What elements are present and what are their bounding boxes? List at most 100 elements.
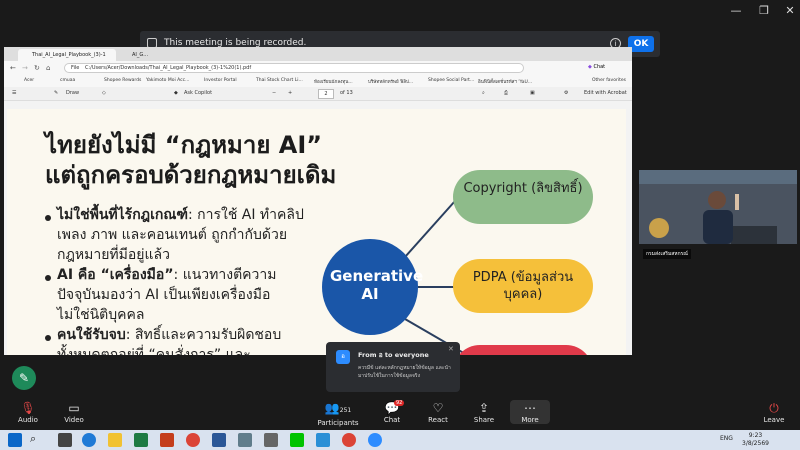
video-name-label: กรมส่งเสริมสหกรณ์ xyxy=(643,249,691,259)
video-button[interactable]: ▭ Video xyxy=(54,400,94,424)
close-icon[interactable]: ✕ xyxy=(782,3,798,19)
print-icon[interactable]: ⎙ xyxy=(504,90,508,96)
clock-date: 3/8/2569 xyxy=(742,440,769,447)
copilot-chat-button[interactable]: ◆ Chat xyxy=(588,64,605,70)
video-scene xyxy=(639,170,797,260)
audio-button[interactable]: 🎙 Audio xyxy=(8,400,48,424)
tab-pdf[interactable]: Thai_AI_Legal_Playbook_(3)-1 (1)... xyxy=(18,49,116,70)
leave-icon: ⏻ xyxy=(769,401,779,415)
menu-icon[interactable]: ☰ xyxy=(12,90,16,96)
clock-time: 9:23 xyxy=(748,432,763,439)
excel-icon[interactable] xyxy=(134,433,148,447)
app-icon[interactable] xyxy=(264,433,278,447)
participant-video[interactable]: กรมส่งเสริมสหกรณ์ xyxy=(639,170,797,260)
windows-taskbar: ⌕ ENG 9:23 3/8/2569 xyxy=(0,430,800,450)
windows-start-icon[interactable] xyxy=(8,433,22,447)
more-icon: ⋯ xyxy=(524,401,536,415)
bookmark-item[interactable]: Shopee Social Part... xyxy=(428,78,474,83)
home-icon[interactable]: ⌂ xyxy=(46,64,50,72)
app-icon[interactable] xyxy=(316,433,330,447)
more-label: More xyxy=(521,416,539,424)
settings-icon[interactable]: ⚙ xyxy=(564,90,568,96)
close-icon[interactable]: ✕ xyxy=(448,345,454,353)
computer-crime-label: Computer Crime Act xyxy=(453,345,593,355)
react-label: React xyxy=(428,416,448,424)
participants-button[interactable]: 👥251 Participants xyxy=(312,400,364,427)
chat-avatar: อ xyxy=(336,350,350,364)
camera-app-icon[interactable] xyxy=(238,433,252,447)
copyright-label: Copyright (ลิขสิทธิ์) xyxy=(463,181,583,196)
draw-icon[interactable]: ✎ xyxy=(54,90,58,96)
page-number-input[interactable]: 2 xyxy=(318,89,334,99)
bookmark-item[interactable]: บริษัทหลักทรัพย์ ฟิลิป... xyxy=(368,78,413,85)
refresh-icon[interactable]: ↻ xyxy=(34,64,40,72)
zoom-icon[interactable] xyxy=(368,433,382,447)
zoom-titlebar: — ❐ ✕ xyxy=(0,0,800,24)
tab-second[interactable]: AI_G... xyxy=(118,49,148,61)
chat-badge: 92 xyxy=(394,400,405,406)
chrome-icon[interactable] xyxy=(186,433,200,447)
search-icon[interactable]: ⌕ xyxy=(482,90,485,96)
generative-ai-node: Generative AI xyxy=(322,239,424,335)
pdf-slide: ไทยยังไม่มี “กฎหมาย AI” แต่ถูกครอบด้วยกฎ… xyxy=(7,109,626,355)
share-button[interactable]: ⇪ Share xyxy=(464,400,504,424)
back-icon[interactable]: ← xyxy=(10,64,16,72)
bookmark-item[interactable]: cmuaa xyxy=(60,78,75,83)
url-text: C:/Users/Acer/Downloads/Thai_AI_Legal_Pl… xyxy=(84,65,252,71)
language-indicator[interactable]: ENG xyxy=(720,435,733,442)
bookmark-item[interactable]: Investor Portal xyxy=(204,78,237,83)
task-view-icon[interactable] xyxy=(58,433,72,447)
chat-button[interactable]: 💬 Chat 92 xyxy=(372,400,412,424)
bookmark-item[interactable]: อินฟินิตี้สเตชั่นรหัสฯ 'YaU... xyxy=(478,78,532,85)
edge-icon[interactable] xyxy=(82,433,96,447)
search-icon[interactable]: ⌕ xyxy=(30,432,36,446)
zoom-out-icon[interactable]: − xyxy=(272,90,276,96)
pdf-toolbar: ☰ ✎ Draw ◇ ◆ Ask Copilot − + 2 of 13 ⌕ ⎙… xyxy=(4,87,632,101)
eraser-icon[interactable]: ◇ xyxy=(102,90,106,96)
chrome-icon[interactable] xyxy=(342,433,356,447)
save-icon[interactable]: ▣ xyxy=(530,90,535,96)
shared-screen-browser: Thai_AI_Legal_Playbook_(3)-1 (1)... AI_G… xyxy=(4,47,632,355)
share-label: Share xyxy=(473,416,495,424)
participants-label: Participants xyxy=(317,419,359,427)
video-label: Video xyxy=(64,416,84,424)
participants-icon: 👥251 xyxy=(324,401,352,415)
bookmarks-bar: Acer cmuaa Shopee Rewards Yakimoto Moi A… xyxy=(4,75,632,87)
copyright-node: Copyright (ลิขสิทธิ์) xyxy=(453,170,593,224)
generative-ai-label: Generative AI xyxy=(330,267,424,303)
zoom-in-icon[interactable]: + xyxy=(288,90,292,96)
address-bar: ← → ↻ ⌂ File C:/Users/Acer/Downloads/Tha… xyxy=(4,61,632,75)
ask-copilot-button[interactable]: Ask Copilot xyxy=(184,90,212,96)
draw-button[interactable]: Draw xyxy=(66,90,79,96)
participants-count: 251 xyxy=(339,407,352,414)
chat-header: From อ to everyone xyxy=(358,351,429,359)
more-button[interactable]: ⋯ More xyxy=(510,400,550,424)
bookmark-item[interactable]: ห้องเรียนนักลงทุน... xyxy=(314,78,353,85)
audio-label: Audio xyxy=(18,416,38,424)
mic-muted-icon: 🎙 xyxy=(20,401,36,415)
minimize-icon[interactable]: — xyxy=(728,3,744,19)
file-explorer-icon[interactable] xyxy=(108,433,122,447)
leave-label: Leave xyxy=(763,416,785,424)
url-field[interactable]: File C:/Users/Acer/Downloads/Thai_AI_Leg… xyxy=(64,63,524,73)
forward-icon: → xyxy=(22,64,28,72)
leave-button[interactable]: ⏻ Leave xyxy=(754,400,794,424)
bookmark-item[interactable]: Thai Stock Chart Li... xyxy=(256,78,303,83)
chat-label: Chat xyxy=(383,416,401,424)
powerpoint-icon[interactable] xyxy=(160,433,174,447)
word-icon[interactable] xyxy=(212,433,226,447)
clock[interactable]: 9:23 3/8/2569 xyxy=(742,432,769,448)
bookmark-item[interactable]: Shopee Rewards xyxy=(104,78,141,83)
line-icon[interactable] xyxy=(290,433,304,447)
maximize-icon[interactable]: ❐ xyxy=(756,3,772,19)
react-button[interactable]: ♡ React xyxy=(418,400,458,424)
chat-label: Chat xyxy=(593,64,606,70)
bookmark-item[interactable]: Other favorites xyxy=(592,78,626,83)
chat-message: ควรมีข้ แต่ละหลักกฎหมายให้ข้อมูล และนำมา… xyxy=(358,365,451,379)
bookmark-item[interactable]: Yakimoto Moi Acc... xyxy=(146,78,189,83)
edit-with-acrobat-button[interactable]: Edit with Acrobat xyxy=(584,90,627,96)
annotate-pen-icon[interactable]: ✎ xyxy=(12,366,36,390)
chat-notification[interactable]: อ From อ to everyone ควรมีข้ แต่ละหลักกฎ… xyxy=(326,342,460,392)
bookmark-item[interactable]: Acer xyxy=(24,78,34,83)
share-icon: ⇪ xyxy=(478,401,490,415)
